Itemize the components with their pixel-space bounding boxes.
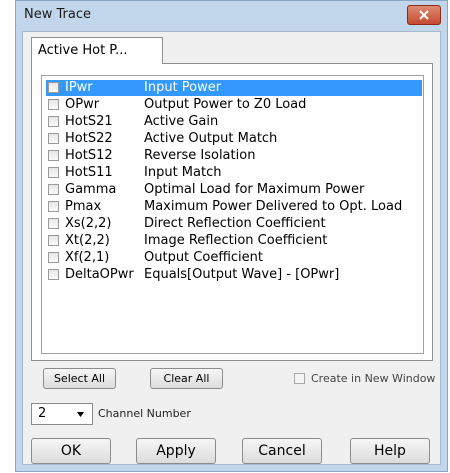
trace-row[interactable]: Gamma Optimal Load for Maximum Power bbox=[46, 182, 422, 198]
trace-name: Pmax bbox=[65, 199, 102, 214]
trace-description: Equals[Output Wave] - [OPwr] bbox=[144, 267, 340, 282]
close-button[interactable] bbox=[407, 5, 441, 25]
trace-row[interactable]: Xt(2,2) Image Reflection Coefficient bbox=[46, 233, 422, 249]
trace-description: Active Output Match bbox=[144, 131, 278, 146]
ok-button[interactable]: OK bbox=[31, 438, 111, 464]
trace-name: Xs(2,2) bbox=[65, 216, 112, 231]
trace-checkbox[interactable] bbox=[48, 116, 59, 127]
trace-description: Input Power bbox=[144, 80, 222, 95]
trace-name: Xt(2,2) bbox=[65, 233, 110, 248]
trace-row[interactable]: OPwr Output Power to Z0 Load bbox=[46, 97, 422, 113]
trace-description: Direct Reflection Coefficient bbox=[144, 216, 326, 231]
trace-row[interactable]: Pmax Maximum Power Delivered to Opt. Load bbox=[46, 199, 422, 215]
trace-checkbox[interactable] bbox=[48, 133, 59, 144]
trace-name: HotS12 bbox=[65, 148, 113, 163]
trace-checkbox[interactable] bbox=[48, 82, 59, 93]
tab-active-hot-parameters[interactable]: Active Hot P... bbox=[31, 37, 163, 64]
trace-checkbox[interactable] bbox=[48, 269, 59, 280]
close-icon bbox=[419, 10, 429, 20]
trace-name: OPwr bbox=[65, 97, 100, 112]
trace-row[interactable]: HotS11 Input Match bbox=[46, 165, 422, 181]
trace-name: HotS22 bbox=[65, 131, 113, 146]
trace-description: Output Power to Z0 Load bbox=[144, 97, 307, 112]
trace-checkbox[interactable] bbox=[48, 235, 59, 246]
clear-all-button[interactable]: Clear All bbox=[150, 368, 223, 389]
trace-row[interactable]: DeltaOPwr Equals[Output Wave] - [OPwr] bbox=[46, 267, 422, 283]
help-button[interactable]: Help bbox=[350, 438, 430, 464]
trace-name: HotS21 bbox=[65, 114, 113, 129]
trace-description: Optimal Load for Maximum Power bbox=[144, 182, 365, 197]
dialog-body: Active Hot P... IPwr Input Power OPwr Outpu… bbox=[22, 31, 441, 465]
trace-name: HotS11 bbox=[65, 165, 113, 180]
trace-name: Gamma bbox=[65, 182, 117, 197]
trace-row[interactable]: HotS21 Active Gain bbox=[46, 114, 422, 130]
trace-name: DeltaOPwr bbox=[65, 267, 134, 282]
channel-number-label: Channel Number bbox=[98, 407, 191, 420]
create-new-window-label: Create in New Window bbox=[311, 372, 436, 385]
channel-number-value: 2 bbox=[38, 406, 47, 421]
trace-checkbox[interactable] bbox=[48, 99, 59, 110]
channel-number-select[interactable]: 2 bbox=[31, 403, 93, 425]
trace-row[interactable]: Xs(2,2) Direct Reflection Coefficient bbox=[46, 216, 422, 232]
trace-description: Active Gain bbox=[144, 114, 219, 129]
trace-row[interactable]: HotS12 Reverse Isolation bbox=[46, 148, 422, 164]
select-all-button[interactable]: Select All bbox=[43, 368, 116, 389]
trace-list[interactable]: IPwr Input Power OPwr Output Power to Z0 Lo… bbox=[41, 75, 424, 354]
trace-checkbox[interactable] bbox=[48, 150, 59, 161]
create-new-window-box[interactable] bbox=[294, 373, 305, 384]
trace-description: Input Match bbox=[144, 165, 222, 180]
trace-row[interactable]: IPwr Input Power bbox=[46, 80, 422, 96]
tab-panel: IPwr Input Power OPwr Output Power to Z0 Lo… bbox=[31, 63, 433, 361]
title-bar[interactable]: New Trace bbox=[16, 1, 447, 31]
chevron-down-icon bbox=[77, 412, 84, 417]
trace-checkbox[interactable] bbox=[48, 167, 59, 178]
trace-description: Reverse Isolation bbox=[144, 148, 256, 163]
trace-description: Maximum Power Delivered to Opt. Load bbox=[144, 199, 403, 214]
trace-description: Output Coefficient bbox=[144, 250, 263, 265]
trace-description: Image Reflection Coefficient bbox=[144, 233, 328, 248]
trace-row[interactable]: Xf(2,1) Output Coefficient bbox=[46, 250, 422, 266]
trace-name: IPwr bbox=[65, 80, 93, 95]
trace-checkbox[interactable] bbox=[48, 201, 59, 212]
trace-checkbox[interactable] bbox=[48, 218, 59, 229]
cancel-button[interactable]: Cancel bbox=[242, 438, 322, 464]
trace-name: Xf(2,1) bbox=[65, 250, 110, 265]
window-title: New Trace bbox=[24, 7, 91, 22]
apply-button[interactable]: Apply bbox=[136, 438, 216, 464]
trace-row[interactable]: HotS22 Active Output Match bbox=[46, 131, 422, 147]
new-trace-dialog: New Trace Active Hot P... IPwr Input Powe… bbox=[15, 0, 448, 472]
trace-checkbox[interactable] bbox=[48, 252, 59, 263]
trace-checkbox[interactable] bbox=[48, 184, 59, 195]
